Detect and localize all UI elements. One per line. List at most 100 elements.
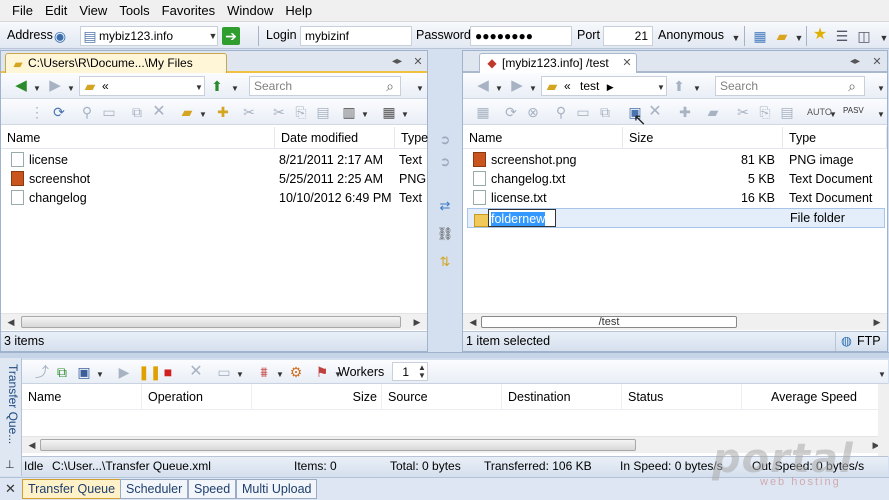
queue-scroll-thumb[interactable]	[40, 439, 636, 451]
back-icon[interactable]: ◀	[13, 78, 29, 94]
horizontal-layout-icon[interactable]: ☰	[834, 28, 850, 44]
menu-tools[interactable]: Tools	[113, 0, 155, 22]
pasv-toggle[interactable]: PASV	[843, 106, 864, 115]
queue-stop-icon[interactable]: ■	[160, 364, 176, 380]
transfer-mode-dropdown-icon[interactable]: ▼	[825, 107, 841, 123]
tab-multi-upload[interactable]: Multi Upload	[236, 479, 318, 499]
path-separator-icon[interactable]: ▶	[607, 82, 614, 92]
remote-forward-icon[interactable]: ▶	[509, 78, 525, 94]
queue-column-average-speed[interactable]: Average Speed	[742, 384, 888, 410]
remote-path-edit[interactable]: /test	[481, 316, 737, 328]
queue-save-icon[interactable]: ▣	[76, 364, 92, 380]
password-field[interactable]: ●●●●●●●●	[470, 26, 572, 46]
remote-tab-close-icon[interactable]: ✕	[619, 55, 635, 71]
scroll-thumb[interactable]	[21, 316, 401, 328]
forward-dropdown-icon[interactable]: ▼	[63, 81, 79, 97]
scroll-left-icon[interactable]: ◀	[3, 314, 19, 330]
scroll-right-icon[interactable]: ▶	[409, 314, 425, 330]
copy-to-icon[interactable]: ⧉	[129, 104, 145, 120]
remote-connect-icon[interactable]: ▦	[475, 104, 491, 120]
queue-remove-icon[interactable]: ✕	[188, 364, 204, 380]
pane-splitter[interactable]	[0, 352, 889, 358]
address-field[interactable]: mybiz123.info	[80, 26, 218, 46]
refresh-icon[interactable]: ⟳	[51, 104, 67, 120]
remote-file-row[interactable]: license.txt 16 KB Text Document	[463, 189, 887, 208]
remote-horizontal-scrollbar[interactable]: ◀ /test ▶	[463, 313, 887, 330]
remote-tab-scroll-icon[interactable]: ◂▸	[847, 54, 863, 70]
compare-folders-icon[interactable]: ⇅	[435, 252, 455, 272]
remote-file-row[interactable]: screenshot.png 81 KB PNG image	[463, 151, 887, 170]
transfer-right-icon[interactable]: ➲	[435, 130, 455, 150]
open-folder-icon[interactable]: ▰	[774, 28, 790, 44]
up-dropdown-icon[interactable]: ▼	[227, 81, 243, 97]
queue-vertical-scrollbar[interactable]	[878, 384, 889, 456]
remote-path-folder[interactable]: test	[580, 79, 599, 93]
remote-up-folder-icon[interactable]: ⬆	[671, 78, 687, 94]
remote-column-name[interactable]: Name	[463, 127, 623, 149]
address-dropdown-icon[interactable]: ▼	[205, 28, 221, 44]
remote-search-field[interactable]: Search	[715, 76, 865, 96]
remote-refresh-icon[interactable]: ⟳	[503, 104, 519, 120]
new-folder-icon[interactable]: ✚	[215, 104, 231, 120]
queue-start-icon[interactable]: ⤴	[34, 364, 50, 380]
remote-up-dropdown-icon[interactable]: ▼	[689, 81, 705, 97]
column-name[interactable]: Name	[1, 127, 275, 149]
remote-search-dropdown-icon[interactable]: ▼	[873, 81, 889, 97]
close-panel-icon[interactable]: ✕	[5, 481, 16, 497]
connection-overflow-icon[interactable]: ▼	[728, 30, 744, 46]
tab-scheduler[interactable]: Scheduler	[120, 479, 189, 499]
queue-folder-dropdown-icon[interactable]: ▼	[232, 367, 248, 383]
remote-tab[interactable]: [mybiz123.info] /test	[479, 53, 637, 74]
back-dropdown-icon[interactable]: ▼	[29, 81, 45, 97]
remote-properties-icon[interactable]: ⚲	[553, 104, 569, 120]
move-to-folder-icon[interactable]: ▰	[179, 104, 195, 120]
menu-file[interactable]: File	[0, 0, 39, 22]
move-dropdown-icon[interactable]: ▼	[195, 107, 211, 123]
tab-speed[interactable]: Speed	[188, 479, 237, 499]
local-file-row[interactable]: changelog 10/10/2012 6:49 PM Text	[1, 189, 427, 208]
remote-move-icon[interactable]: ▰	[705, 104, 721, 120]
columns-dropdown-icon[interactable]: ▼	[397, 107, 413, 123]
menu-help[interactable]: Help	[279, 0, 318, 22]
menu-view[interactable]: View	[73, 0, 113, 22]
remote-scroll-right-icon[interactable]: ▶	[869, 314, 885, 330]
local-file-row[interactable]: license 8/21/2011 2:17 AM Text	[1, 151, 427, 170]
queue-pause-icon[interactable]: ❚❚	[138, 364, 161, 380]
menu-edit[interactable]: Edit	[39, 0, 73, 22]
pin-icon[interactable]: ⊥	[5, 458, 15, 471]
cut-icon[interactable]: ✂	[241, 104, 257, 120]
queue-column-status[interactable]: Status	[622, 384, 742, 410]
remote-forward-dropdown-icon[interactable]: ▼	[525, 81, 541, 97]
queue-folder-icon[interactable]: ▭	[216, 364, 232, 380]
local-file-row[interactable]: screenshot 5/25/2011 2:25 AM PNG	[1, 170, 427, 189]
local-horizontal-scrollbar[interactable]: ◀ ▶	[1, 313, 427, 330]
remote-search-icon[interactable]: ⌕	[844, 78, 860, 94]
remote-pane-close-icon[interactable]: ✕	[869, 54, 885, 70]
transfer-left-icon[interactable]: ➲	[435, 152, 455, 172]
vertical-layout-icon[interactable]: ◫	[856, 28, 872, 44]
transfer-queue-side-label[interactable]: Transfer Que...	[2, 364, 20, 456]
local-search-field[interactable]: Search	[249, 76, 401, 96]
queue-save-dropdown-icon[interactable]: ▼	[92, 367, 108, 383]
queue-column-operation[interactable]: Operation	[142, 384, 252, 410]
toolbar-overflow-icon[interactable]: ▼	[876, 30, 889, 46]
properties-icon[interactable]: ⚲	[79, 104, 95, 120]
remote-new-folder-icon[interactable]: ✚	[677, 104, 693, 120]
stop-icon[interactable]: ⊗	[525, 104, 541, 120]
new-folder-row[interactable]: foldernew File folder	[467, 208, 885, 228]
sync-folders-icon[interactable]: ⇄	[435, 196, 455, 216]
queue-scroll-left-icon[interactable]: ◀	[24, 437, 40, 453]
site-manager-icon[interactable]: ▦	[752, 28, 768, 44]
remote-path-dropdown-icon[interactable]: ▼	[653, 80, 669, 96]
path-dropdown-icon[interactable]: ▼	[191, 80, 207, 96]
view-mode-icon[interactable]: ▥	[341, 104, 357, 120]
local-tab[interactable]: C:\Users\R\Docume...\My Files	[5, 53, 227, 74]
queue-column-source[interactable]: Source	[382, 384, 502, 410]
queue-column-name[interactable]: Name	[22, 384, 142, 410]
remote-delete-icon[interactable]: ✕	[647, 104, 663, 120]
tab-scroll-left-icon[interactable]: ◂▸	[389, 54, 405, 70]
workers-spin-arrows-icon[interactable]: ▲ ▼	[414, 364, 430, 380]
search-dropdown-icon[interactable]: ▼	[412, 81, 428, 97]
rename-icon[interactable]: ▭	[101, 104, 117, 120]
remote-column-type[interactable]: Type	[783, 127, 887, 149]
